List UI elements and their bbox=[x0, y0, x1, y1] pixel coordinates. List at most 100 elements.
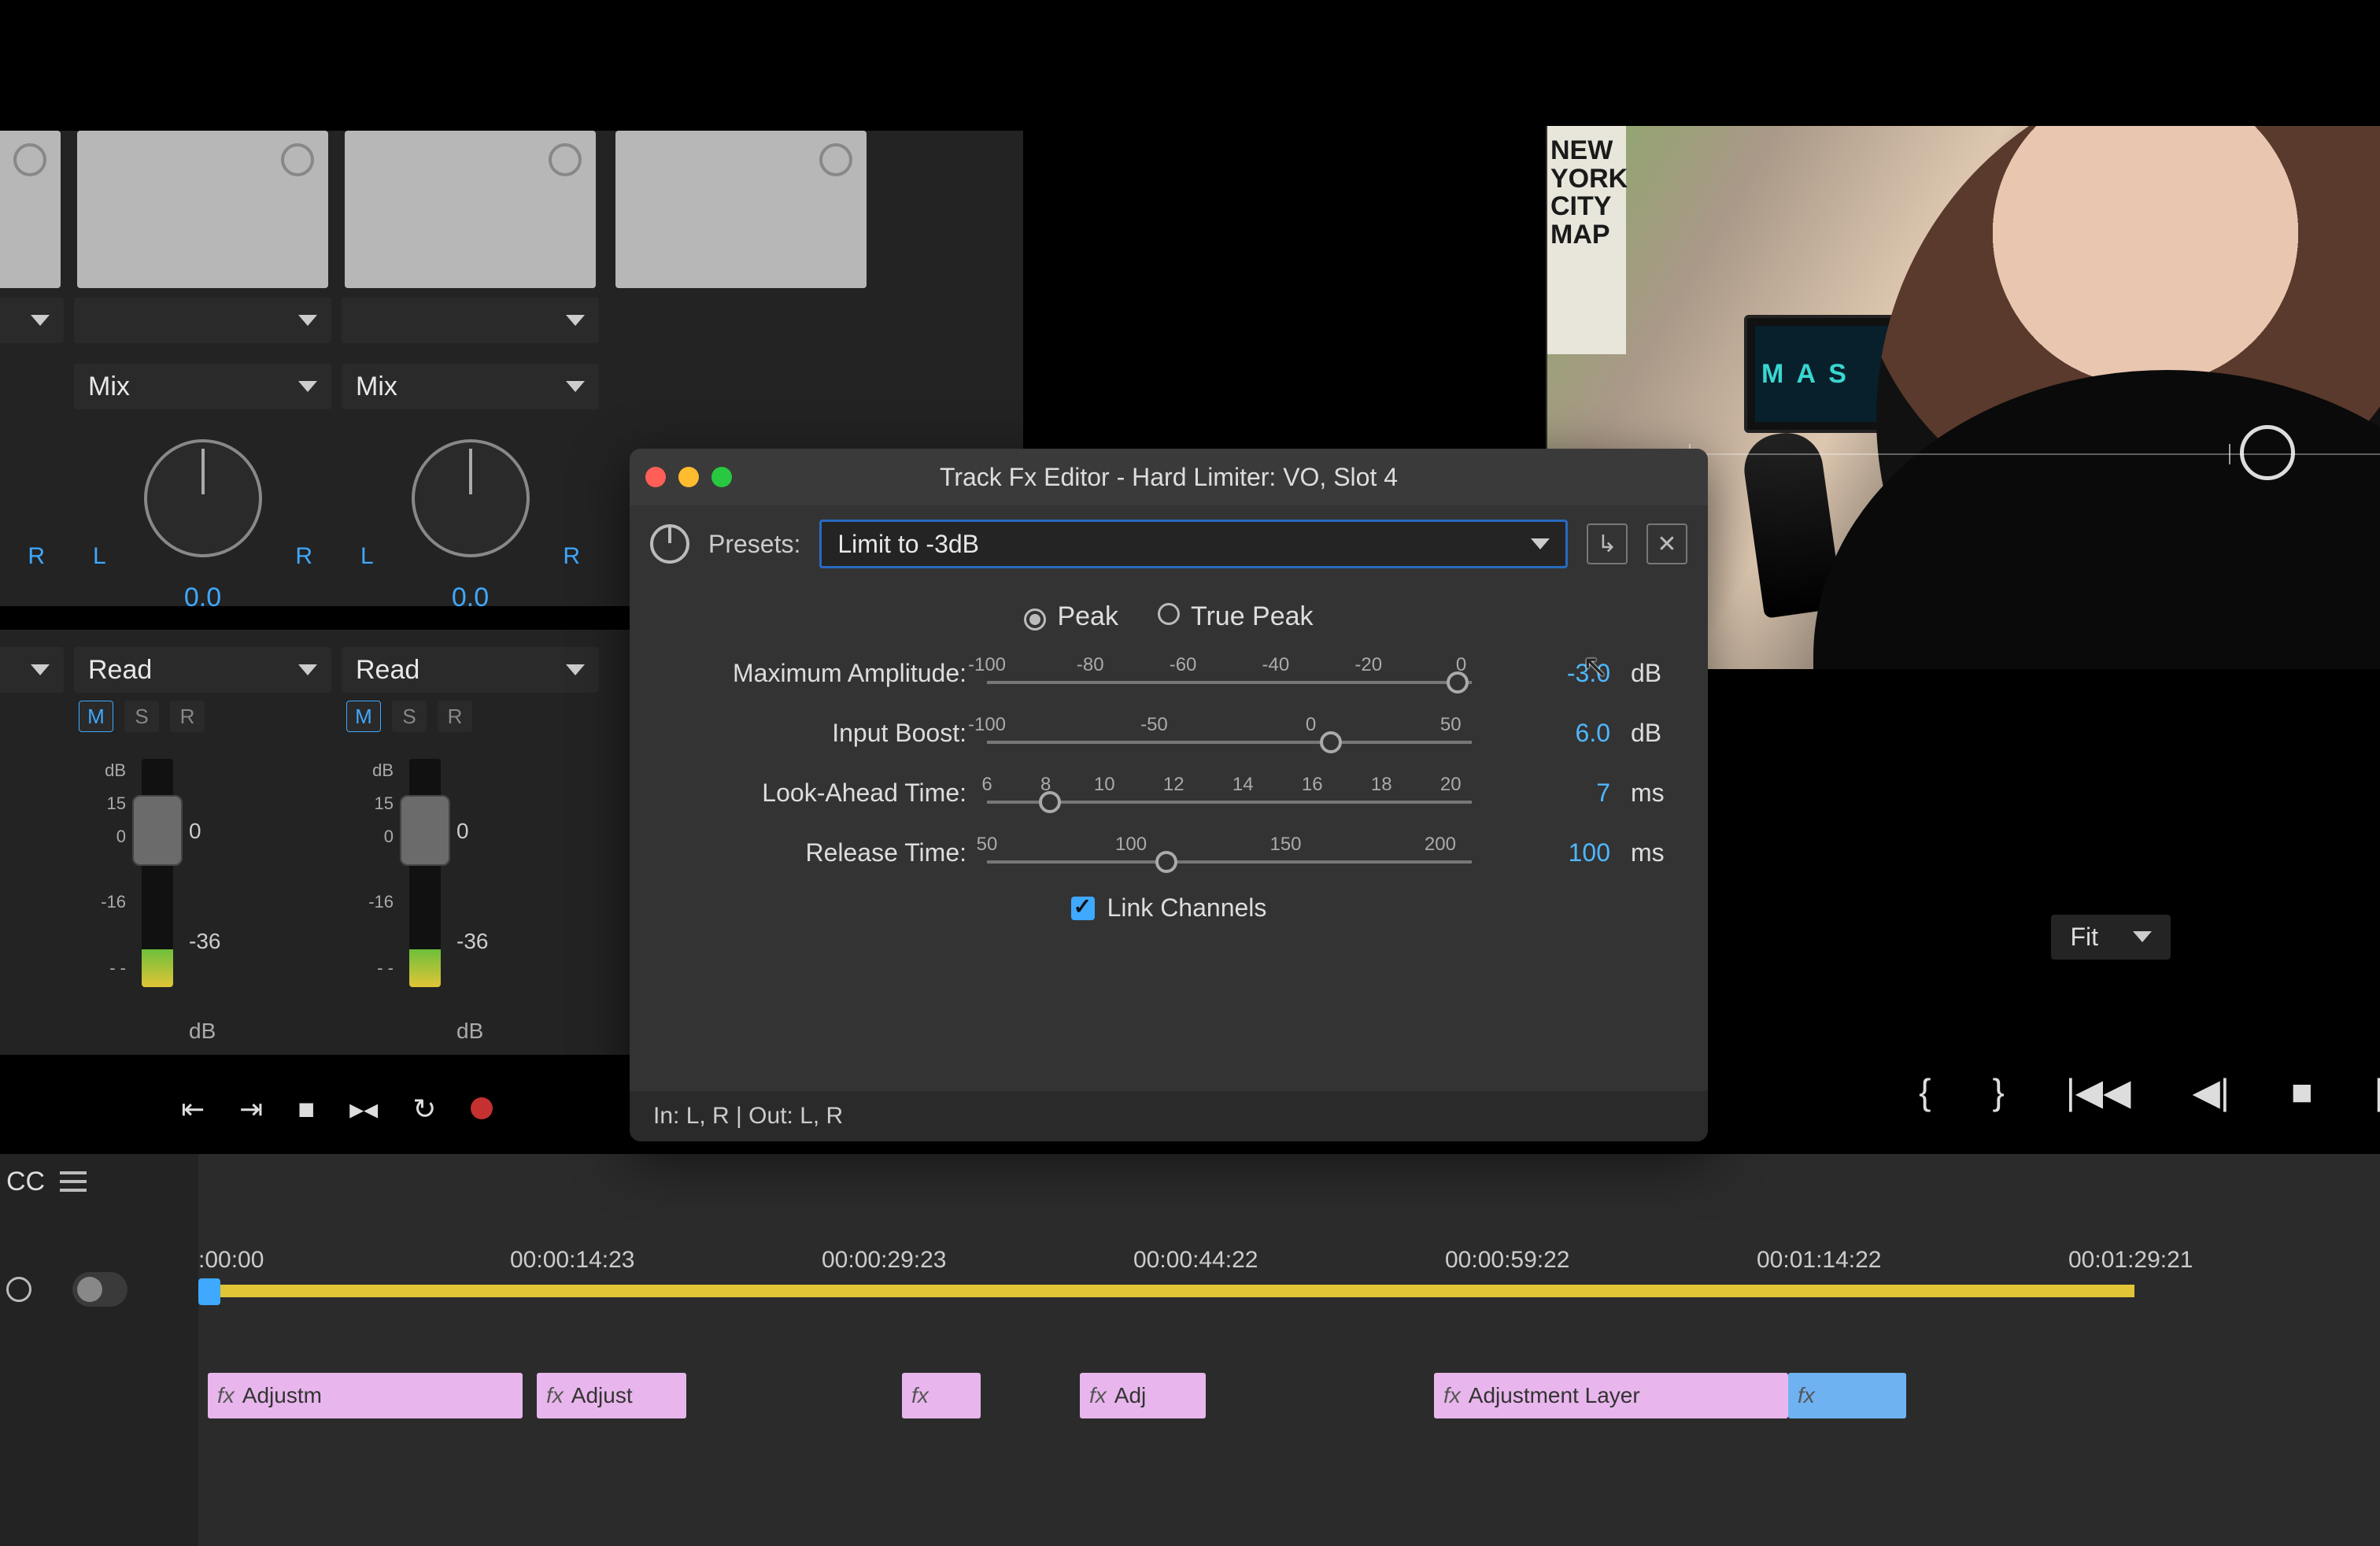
solo-button[interactable]: S bbox=[392, 701, 427, 732]
insert-dropdown[interactable] bbox=[74, 298, 331, 343]
go-in-button[interactable]: ⇤ bbox=[181, 1093, 205, 1126]
insert-thumb[interactable] bbox=[77, 131, 328, 288]
window-title: Track Fx Editor - Hard Limiter: VO, Slot… bbox=[940, 463, 1398, 492]
step-back-button[interactable]: ◀| bbox=[2193, 1071, 2230, 1113]
mix-dropdown[interactable]: Mix bbox=[74, 364, 331, 409]
param-unit: dB bbox=[1631, 659, 1676, 688]
look-ahead-row: Look-Ahead Time: 68101214161820 7 ms bbox=[661, 774, 1676, 812]
solo-button[interactable]: S bbox=[124, 701, 159, 732]
slider-thumb[interactable] bbox=[1320, 731, 1342, 753]
insert-slot-4 bbox=[609, 131, 873, 367]
clip[interactable]: fxAdjust bbox=[537, 1373, 686, 1418]
work-area-bar[interactable] bbox=[205, 1285, 2134, 1297]
pan-right: R bbox=[28, 543, 45, 570]
param-label: Maximum Amplitude: bbox=[661, 659, 966, 688]
chevron-down-icon bbox=[31, 664, 50, 675]
mute-button[interactable]: M bbox=[79, 701, 113, 732]
pan-knob[interactable] bbox=[144, 439, 262, 557]
true-peak-radio[interactable]: True Peak bbox=[1158, 601, 1314, 632]
record-icon[interactable] bbox=[471, 1097, 493, 1119]
zoom-dropdown[interactable]: Fit bbox=[2051, 915, 2171, 960]
pan-value[interactable]: 0.0 bbox=[0, 583, 67, 613]
release-time-row: Release Time: 50100150200 100 ms bbox=[661, 834, 1676, 871]
panel-menu-icon[interactable] bbox=[60, 1171, 87, 1192]
peak-radio[interactable]: Peak bbox=[1024, 601, 1118, 632]
volume-fader[interactable] bbox=[400, 795, 450, 866]
go-to-in-button[interactable]: |◀◀ bbox=[2066, 1071, 2131, 1113]
clip[interactable]: fx bbox=[902, 1373, 981, 1418]
time-ruler[interactable]: :00:00 00:00:14:23 00:00:29:23 00:00:44:… bbox=[198, 1247, 2380, 1283]
chevron-down-icon bbox=[298, 381, 317, 392]
clip[interactable]: fxAdjustment Layer bbox=[1434, 1373, 1788, 1418]
fx-icon: fx bbox=[217, 1383, 235, 1408]
clip[interactable]: fxAdjustm bbox=[208, 1373, 523, 1418]
slider-thumb[interactable] bbox=[1155, 851, 1177, 873]
stop-button[interactable]: ■ bbox=[2291, 1071, 2313, 1113]
window-zoom-button[interactable] bbox=[711, 467, 732, 487]
insert-thumb[interactable] bbox=[615, 131, 867, 288]
preset-value: Limit to -3dB bbox=[837, 530, 979, 559]
link-channels-label: Link Channels bbox=[1107, 893, 1267, 923]
input-boost-slider[interactable]: -100-50050 bbox=[987, 714, 1472, 752]
sidechain-button[interactable]: ↳ bbox=[1587, 523, 1628, 564]
chevron-down-icon bbox=[566, 315, 585, 326]
db-unit: dB bbox=[189, 1019, 216, 1044]
bypass-button[interactable] bbox=[650, 524, 689, 564]
shirt-logo-icon bbox=[2240, 425, 2295, 480]
clip-selected[interactable]: fx bbox=[1788, 1373, 1906, 1418]
record-button[interactable]: R bbox=[438, 701, 472, 732]
timeline-header: CC bbox=[0, 1154, 198, 1546]
ring-icon bbox=[549, 143, 582, 176]
window-titlebar[interactable]: Track Fx Editor - Hard Limiter: VO, Slot… bbox=[630, 449, 1708, 505]
caption-label[interactable]: CC bbox=[6, 1167, 45, 1197]
mouse-cursor-icon: ↖ bbox=[1582, 649, 1609, 685]
playhead[interactable] bbox=[198, 1278, 220, 1305]
slider-thumb[interactable] bbox=[1447, 671, 1469, 693]
play-inout-button[interactable]: ▸◂ bbox=[349, 1093, 378, 1126]
max-amplitude-slider[interactable]: -100-80-60-40-200 bbox=[987, 654, 1472, 692]
stop-button[interactable]: ■ bbox=[298, 1093, 315, 1126]
mute-button[interactable]: M bbox=[346, 701, 381, 732]
link-channels-row[interactable]: Link Channels bbox=[661, 893, 1676, 923]
go-out-button[interactable]: ⇥ bbox=[239, 1093, 263, 1126]
peak-mode-row: Peak True Peak bbox=[661, 601, 1676, 632]
mixer-pads-row bbox=[0, 131, 1023, 367]
play-button[interactable]: |▶ bbox=[2374, 1071, 2380, 1113]
insert-thumb[interactable] bbox=[0, 131, 61, 288]
automation-mode-dropdown[interactable]: Read bbox=[74, 647, 331, 693]
window-close-button[interactable] bbox=[645, 467, 666, 487]
release-time-slider[interactable]: 50100150200 bbox=[987, 834, 1472, 871]
chevron-down-icon bbox=[1531, 538, 1550, 549]
window-minimize-button[interactable] bbox=[678, 467, 699, 487]
meter-neg36: -36 bbox=[189, 929, 220, 954]
insert-slot-3 bbox=[338, 131, 602, 367]
app-root: LR0.0 MixLR0.0 MixLR0.0 dSR ReadMSR Read… bbox=[0, 0, 2380, 1546]
checkbox-checked-icon[interactable] bbox=[1071, 897, 1095, 920]
ring-icon bbox=[13, 143, 46, 176]
loop-button[interactable]: ↻ bbox=[412, 1093, 436, 1126]
presets-label: Presets: bbox=[708, 530, 800, 559]
wrench-icon[interactable] bbox=[6, 1277, 31, 1302]
chevron-down-icon bbox=[566, 381, 585, 392]
delete-preset-button[interactable]: ✕ bbox=[1646, 523, 1687, 564]
automation-mode-dropdown[interactable]: Read bbox=[342, 647, 599, 693]
mark-in-button[interactable]: { bbox=[1919, 1071, 1931, 1113]
insert-dropdown[interactable] bbox=[0, 298, 64, 343]
slider-thumb[interactable] bbox=[1039, 791, 1061, 813]
caption-toggle[interactable] bbox=[72, 1272, 128, 1307]
clip[interactable]: fxAdj bbox=[1080, 1373, 1206, 1418]
timeline-body[interactable]: :00:00 00:00:14:23 00:00:29:23 00:00:44:… bbox=[198, 1154, 2380, 1546]
automation-mode-dropdown[interactable]: d bbox=[0, 647, 64, 693]
look-ahead-slider[interactable]: 68101214161820 bbox=[987, 774, 1472, 812]
pan-knob[interactable] bbox=[412, 439, 530, 557]
safe-margin-tick bbox=[2229, 444, 2230, 464]
mark-out-button[interactable]: } bbox=[1992, 1071, 2004, 1113]
preset-dropdown[interactable]: Limit to -3dB bbox=[819, 520, 1568, 568]
record-button[interactable]: R bbox=[170, 701, 205, 732]
mix-dropdown[interactable]: Mix bbox=[342, 364, 599, 409]
insert-thumb[interactable] bbox=[345, 131, 596, 288]
chevron-down-icon bbox=[2133, 931, 2152, 942]
insert-dropdown[interactable] bbox=[342, 298, 599, 343]
volume-fader[interactable] bbox=[132, 795, 183, 866]
ring-icon bbox=[819, 143, 852, 176]
